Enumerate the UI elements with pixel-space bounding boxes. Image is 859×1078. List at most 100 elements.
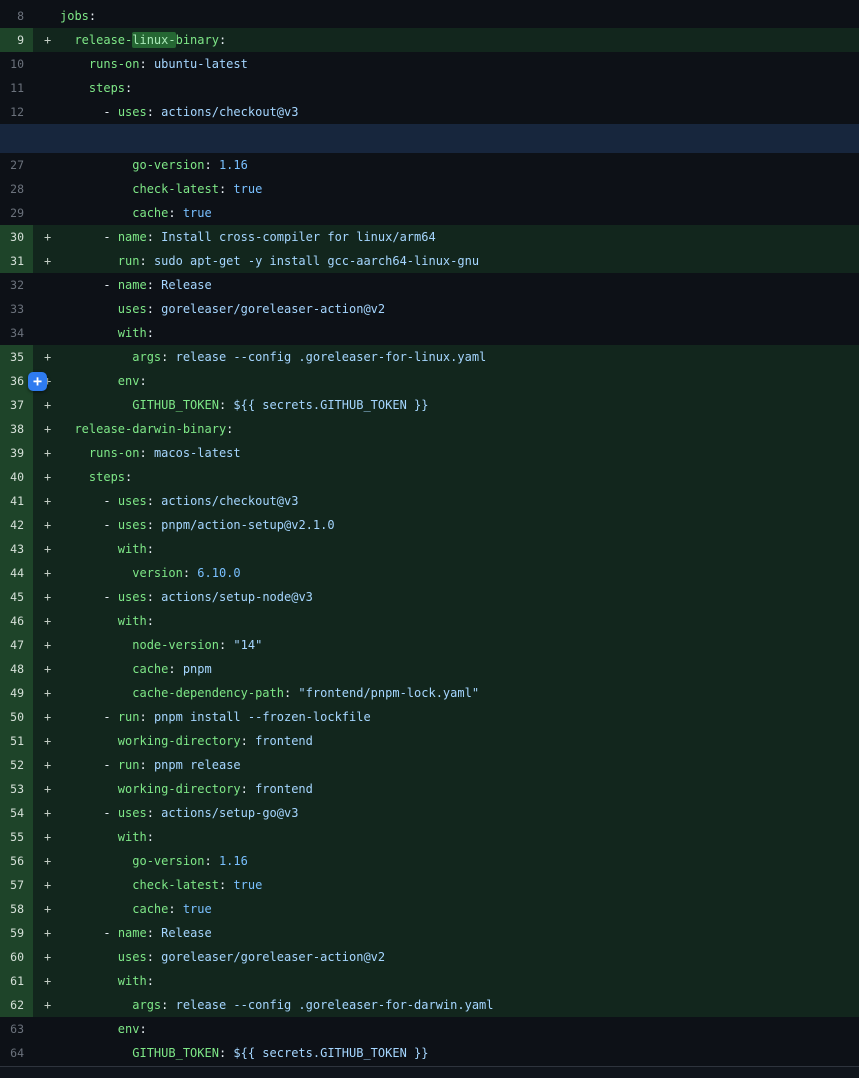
code-text: check-latest: true	[60, 873, 859, 897]
expand-hunk-row[interactable]	[0, 124, 859, 153]
diff-marker: +	[33, 801, 60, 825]
code-text: with:	[60, 321, 859, 345]
diff-marker: +	[33, 28, 60, 52]
line-number[interactable]: 35	[0, 345, 33, 369]
line-number[interactable]: 50	[0, 705, 33, 729]
diff-line: 11 steps:	[0, 76, 859, 100]
line-number[interactable]: 37	[0, 393, 33, 417]
diff-marker: +	[33, 897, 60, 921]
diff-marker: +	[33, 753, 60, 777]
diff-marker: +	[33, 609, 60, 633]
line-number[interactable]: 45	[0, 585, 33, 609]
diff-line: 41+ - uses: actions/checkout@v3	[0, 489, 859, 513]
diff-line: 33 uses: goreleaser/goreleaser-action@v2	[0, 297, 859, 321]
diff-line: 27 go-version: 1.16	[0, 153, 859, 177]
code-text: env:	[60, 369, 859, 393]
diff-line: 10 runs-on: ubuntu-latest	[0, 52, 859, 76]
line-number[interactable]: 33	[0, 297, 33, 321]
diff-marker: +	[33, 441, 60, 465]
line-number[interactable]: 57	[0, 873, 33, 897]
diff-line: 9+ release-linux-binary:	[0, 28, 859, 52]
line-number[interactable]: 28	[0, 177, 33, 201]
line-number[interactable]: 11	[0, 76, 33, 100]
line-number[interactable]: 52	[0, 753, 33, 777]
diff-marker: +	[33, 393, 60, 417]
diff-line: 44+ version: 6.10.0	[0, 561, 859, 585]
diff-line: 64 GITHUB_TOKEN: ${{ secrets.GITHUB_TOKE…	[0, 1041, 859, 1065]
line-number[interactable]: 32	[0, 273, 33, 297]
line-number[interactable]: 54	[0, 801, 33, 825]
diff-line: 62+ args: release --config .goreleaser-f…	[0, 993, 859, 1017]
line-number[interactable]: 34	[0, 321, 33, 345]
diff-line: 28 check-latest: true	[0, 177, 859, 201]
line-number[interactable]: 48	[0, 657, 33, 681]
line-number[interactable]: 58	[0, 897, 33, 921]
line-number[interactable]: 8	[0, 4, 33, 28]
line-number[interactable]: 59	[0, 921, 33, 945]
diff-marker	[33, 297, 60, 321]
code-text: release-linux-binary:	[60, 28, 859, 52]
line-number[interactable]: 55	[0, 825, 33, 849]
diff-line: 30+ - name: Install cross-compiler for l…	[0, 225, 859, 249]
line-number[interactable]: 29	[0, 201, 33, 225]
line-number[interactable]: 46	[0, 609, 33, 633]
line-number[interactable]: 27	[0, 153, 33, 177]
code-text: - run: pnpm release	[60, 753, 859, 777]
code-text: cache: true	[60, 897, 859, 921]
diff-line: 31+ run: sudo apt-get -y install gcc-aar…	[0, 249, 859, 273]
diff-marker	[33, 177, 60, 201]
line-number[interactable]: 10	[0, 52, 33, 76]
code-text: with:	[60, 825, 859, 849]
diff-line: 46+ with:	[0, 609, 859, 633]
line-number[interactable]: 43	[0, 537, 33, 561]
line-number[interactable]: 44	[0, 561, 33, 585]
line-number[interactable]: 31	[0, 249, 33, 273]
line-number[interactable]: 63	[0, 1017, 33, 1041]
line-number[interactable]: 12	[0, 100, 33, 124]
code-text: working-directory: frontend	[60, 729, 859, 753]
line-number[interactable]: 60	[0, 945, 33, 969]
diff-marker: +	[33, 585, 60, 609]
line-number[interactable]: 47	[0, 633, 33, 657]
diff-marker	[33, 1041, 60, 1065]
line-number[interactable]: 51	[0, 729, 33, 753]
diff-marker: +	[33, 537, 60, 561]
diff-marker	[33, 4, 60, 28]
code-text: version: 6.10.0	[60, 561, 859, 585]
code-text: node-version: "14"	[60, 633, 859, 657]
diff-line: 34 with:	[0, 321, 859, 345]
diff-marker	[33, 321, 60, 345]
code-text: env:	[60, 1017, 859, 1041]
diff-line: 63 env:	[0, 1017, 859, 1041]
diff-marker: +	[33, 993, 60, 1017]
diff-line: 47+ node-version: "14"	[0, 633, 859, 657]
diff-marker: +	[33, 777, 60, 801]
line-number[interactable]: 9	[0, 28, 33, 52]
line-number[interactable]: 61	[0, 969, 33, 993]
line-number[interactable]: 40	[0, 465, 33, 489]
diff-marker	[33, 201, 60, 225]
line-number[interactable]: 41	[0, 489, 33, 513]
line-number[interactable]: 38	[0, 417, 33, 441]
diff-line: 60+ uses: goreleaser/goreleaser-action@v…	[0, 945, 859, 969]
line-number[interactable]: 39	[0, 441, 33, 465]
diff-marker: +	[33, 249, 60, 273]
code-text: - name: Release	[60, 921, 859, 945]
diff-line: 45+ - uses: actions/setup-node@v3	[0, 585, 859, 609]
diff-marker: +	[33, 417, 60, 441]
line-number[interactable]: 42	[0, 513, 33, 537]
line-number[interactable]: 64	[0, 1041, 33, 1065]
line-number[interactable]: 56	[0, 849, 33, 873]
code-text: - uses: actions/checkout@v3	[60, 100, 859, 124]
line-number[interactable]: 53	[0, 777, 33, 801]
diff-marker	[33, 76, 60, 100]
code-text: - uses: actions/checkout@v3	[60, 489, 859, 513]
line-number[interactable]: 62	[0, 993, 33, 1017]
add-comment-button[interactable]: +	[28, 372, 47, 391]
diff-line: 38+ release-darwin-binary:	[0, 417, 859, 441]
diff-line: 32 - name: Release	[0, 273, 859, 297]
code-text: working-directory: frontend	[60, 777, 859, 801]
line-number[interactable]: 30	[0, 225, 33, 249]
code-text: with:	[60, 609, 859, 633]
line-number[interactable]: 49	[0, 681, 33, 705]
